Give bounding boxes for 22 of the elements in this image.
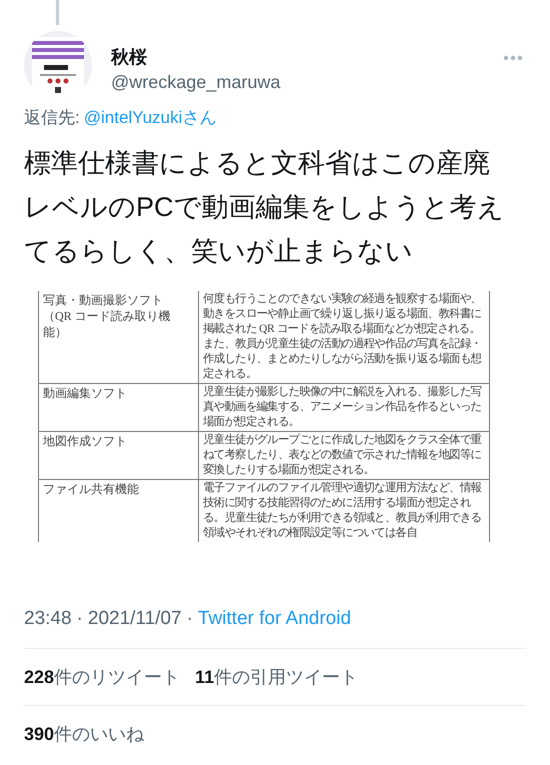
stat-link[interactable]: 228件のリツイート [24, 663, 180, 691]
tweet-time: 23:48 [24, 607, 72, 631]
document-row-label: （QR コード読み取り機能） [43, 308, 172, 340]
document-row-label: 地図作成ソフト [43, 433, 128, 449]
document-row-description: 児童生徒が撮影した映像の中に解説を入れる、撮影した写真や動画を編集する、アニメーション作品を作るといった場面が想定される。 [202, 384, 482, 430]
more-icon[interactable] [503, 55, 523, 61]
stat-link[interactable]: 11件の引用ツイート [195, 663, 358, 691]
reply-label: 返信先: [24, 107, 80, 129]
tweet-date: 2021/11/07 [88, 607, 182, 631]
document-row-label: 写真・動画撮影ソフト [43, 292, 164, 308]
document-row-label: 動画編集ソフト [43, 385, 128, 401]
document-row-description: 何度も行うことのできない実験の経過を観察する場面や、動きをスローや静止画で繰り返し振り返る場面、教科書に掲載された QR コードを読み取る場面などが想定される。また、教員が児童生徒の活動の過程や作品の写真を記録・作成したり、まとめたりしながら活動を振り返る場面も想定される。 [202, 291, 482, 382]
author-handle[interactable]: @wreckage_maruwa [111, 69, 503, 95]
separator-dot: · [76, 607, 83, 631]
document-row-description: 児童生徒がグループごとに作成した地図をクラス全体で重ねて考察したり、表などの数値で示された情報を地図等に変換したりする場面が想定される。 [202, 432, 482, 478]
tweet-text: 標準仕様書によると文科省はこの産廃レベルのPCで動画編集をしようと考えてるらしく、笑いが止まらない [23, 147, 506, 268]
likes-link[interactable]: 390件のいいね [24, 724, 144, 744]
document-row-description: 電子ファイルのファイル管理や適切な運用方法など、情報技術に関する技能習得のために活用する場面が想定される。児童生徒たちが利用できる領域と、教員が利用できる領域やそれぞれの権限設定等については各自 [202, 480, 482, 541]
author-name[interactable]: 秋桜 [111, 45, 503, 69]
document-row-label: ファイル共有機能 [43, 481, 140, 497]
thread-line [56, 0, 59, 25]
separator-dot: · [186, 607, 193, 631]
